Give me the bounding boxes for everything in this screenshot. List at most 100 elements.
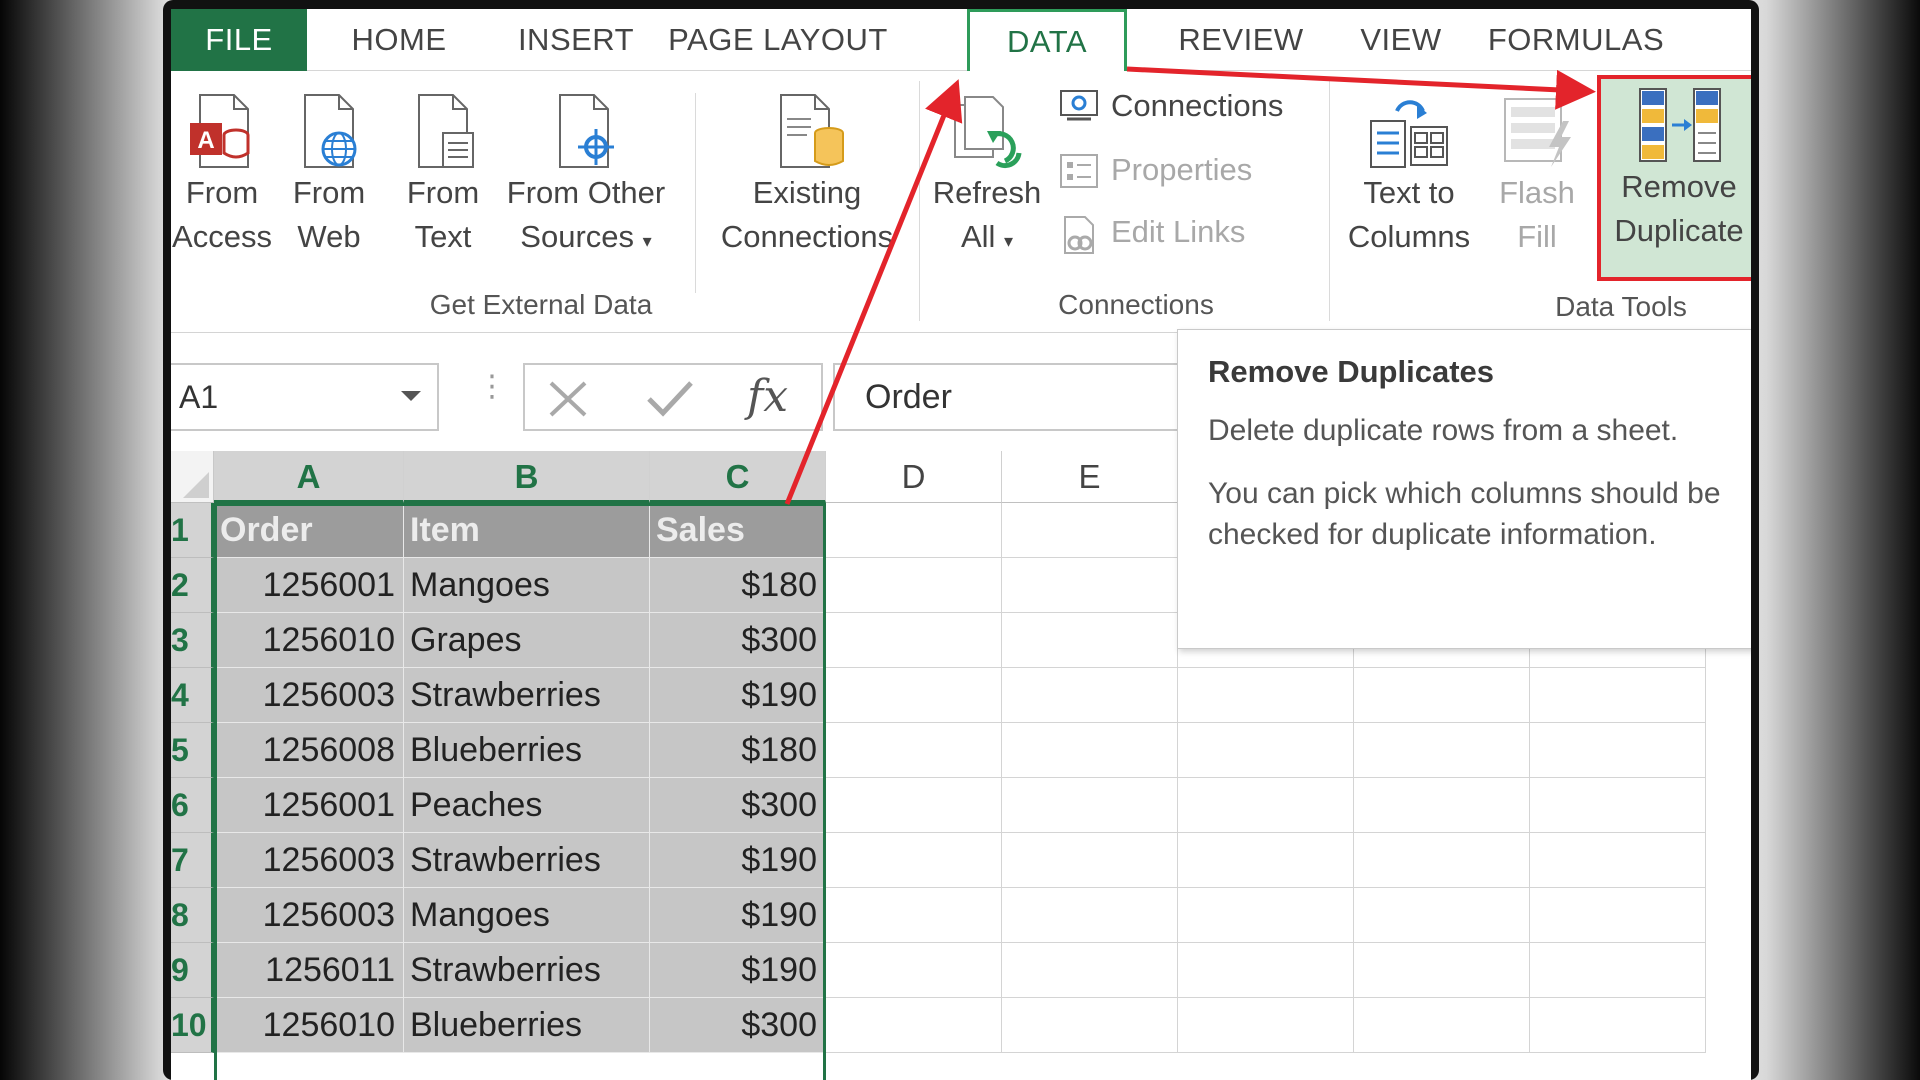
empty-cell[interactable] <box>826 833 1002 888</box>
cell-sales[interactable]: $300 <box>650 778 826 833</box>
row-header[interactable]: 10 <box>171 998 214 1053</box>
from-web-button[interactable]: From Web <box>279 91 379 259</box>
cell-order[interactable]: 1256003 <box>214 668 404 723</box>
cell-sales[interactable]: $180 <box>650 723 826 778</box>
row-header[interactable]: 8 <box>171 888 214 943</box>
insert-function-icon[interactable]: fx <box>747 367 788 427</box>
empty-cell[interactable] <box>1354 668 1530 723</box>
empty-cell[interactable] <box>1002 888 1178 943</box>
empty-cell[interactable] <box>1530 943 1706 998</box>
flash-fill-button[interactable]: Flash Fill <box>1487 91 1587 259</box>
cell-order[interactable]: 1256010 <box>214 998 404 1053</box>
from-access-button[interactable]: A From Access <box>171 91 277 259</box>
cell-order[interactable]: 1256011 <box>214 943 404 998</box>
empty-cell[interactable] <box>1002 778 1178 833</box>
empty-cell[interactable] <box>1354 833 1530 888</box>
from-text-button[interactable]: From Text <box>393 91 493 259</box>
empty-cell[interactable] <box>1002 558 1178 613</box>
empty-cell[interactable] <box>1178 723 1354 778</box>
empty-cell[interactable] <box>826 503 1002 558</box>
empty-cell[interactable] <box>1002 998 1178 1053</box>
empty-cell[interactable] <box>1354 723 1530 778</box>
empty-cell[interactable] <box>1178 778 1354 833</box>
cell-item[interactable]: Strawberries <box>404 943 650 998</box>
column-header-a[interactable]: A <box>214 451 404 503</box>
tab-file[interactable]: FILE <box>171 9 307 71</box>
cell-order[interactable]: 1256008 <box>214 723 404 778</box>
empty-cell[interactable] <box>1530 833 1706 888</box>
refresh-all-button[interactable]: Refresh All ▾ <box>927 91 1047 263</box>
tab-home[interactable]: HOME <box>307 9 491 71</box>
empty-cell[interactable] <box>1002 613 1178 668</box>
name-box[interactable]: A1 <box>171 363 439 431</box>
row-header[interactable]: 7 <box>171 833 214 888</box>
cell-sales[interactable]: $190 <box>650 943 826 998</box>
empty-cell[interactable] <box>826 613 1002 668</box>
column-header-e[interactable]: E <box>1002 451 1178 503</box>
formula-input[interactable]: Order <box>833 363 1233 431</box>
row-header[interactable]: 3 <box>171 613 214 668</box>
cell-order[interactable]: 1256010 <box>214 613 404 668</box>
empty-cell[interactable] <box>1530 778 1706 833</box>
empty-cell[interactable] <box>1002 943 1178 998</box>
tab-view[interactable]: VIEW <box>1341 9 1461 71</box>
empty-cell[interactable] <box>1354 943 1530 998</box>
properties-button[interactable]: Properties <box>1059 147 1319 193</box>
empty-cell[interactable] <box>1002 833 1178 888</box>
cell-order[interactable]: Order <box>214 503 404 558</box>
cell-order[interactable]: 1256003 <box>214 888 404 943</box>
cell-item[interactable]: Blueberries <box>404 998 650 1053</box>
empty-cell[interactable] <box>1530 888 1706 943</box>
cancel-icon[interactable] <box>545 377 591 421</box>
chevron-down-icon[interactable] <box>401 391 421 401</box>
text-to-columns-button[interactable]: Text to Columns <box>1339 91 1479 259</box>
cell-item[interactable]: Peaches <box>404 778 650 833</box>
existing-connections-button[interactable]: Existing Connections <box>707 91 907 259</box>
empty-cell[interactable] <box>1354 778 1530 833</box>
empty-cell[interactable] <box>1178 943 1354 998</box>
empty-cell[interactable] <box>1002 723 1178 778</box>
cell-sales[interactable]: $190 <box>650 833 826 888</box>
empty-cell[interactable] <box>826 778 1002 833</box>
cell-order[interactable]: 1256003 <box>214 833 404 888</box>
more-options-icon[interactable]: ⋮ <box>477 372 507 402</box>
empty-cell[interactable] <box>1530 723 1706 778</box>
enter-check-icon[interactable] <box>645 377 695 421</box>
empty-cell[interactable] <box>1002 668 1178 723</box>
cell-item[interactable]: Grapes <box>404 613 650 668</box>
empty-cell[interactable] <box>826 558 1002 613</box>
column-header-b[interactable]: B <box>404 451 650 503</box>
cell-sales[interactable]: Sales <box>650 503 826 558</box>
cell-sales[interactable]: $300 <box>650 613 826 668</box>
empty-cell[interactable] <box>1178 668 1354 723</box>
empty-cell[interactable] <box>1178 888 1354 943</box>
cell-item[interactable]: Mangoes <box>404 888 650 943</box>
empty-cell[interactable] <box>826 943 1002 998</box>
tab-review[interactable]: REVIEW <box>1161 9 1321 71</box>
column-header-d[interactable]: D <box>826 451 1002 503</box>
empty-cell[interactable] <box>826 888 1002 943</box>
cell-sales[interactable]: $300 <box>650 998 826 1053</box>
empty-cell[interactable] <box>1530 668 1706 723</box>
cell-sales[interactable]: $190 <box>650 668 826 723</box>
cell-item[interactable]: Strawberries <box>404 833 650 888</box>
empty-cell[interactable] <box>826 668 1002 723</box>
cell-item[interactable]: Mangoes <box>404 558 650 613</box>
empty-cell[interactable] <box>826 998 1002 1053</box>
cell-item[interactable]: Strawberries <box>404 668 650 723</box>
cell-item[interactable]: Blueberries <box>404 723 650 778</box>
edit-links-button[interactable]: Edit Links <box>1059 209 1319 255</box>
empty-cell[interactable] <box>1002 503 1178 558</box>
cell-sales[interactable]: $190 <box>650 888 826 943</box>
cell-item[interactable]: Item <box>404 503 650 558</box>
cell-order[interactable]: 1256001 <box>214 778 404 833</box>
tab-insert[interactable]: INSERT <box>491 9 661 71</box>
empty-cell[interactable] <box>1354 888 1530 943</box>
from-other-sources-button[interactable]: From Other Sources ▾ <box>501 91 671 263</box>
tab-formulas[interactable]: FORMULAS <box>1471 9 1681 71</box>
tab-data[interactable]: DATA <box>967 9 1127 73</box>
row-header[interactable]: 6 <box>171 778 214 833</box>
row-header[interactable]: 1 <box>171 503 214 558</box>
column-header-c[interactable]: C <box>650 451 826 503</box>
row-header[interactable]: 2 <box>171 558 214 613</box>
